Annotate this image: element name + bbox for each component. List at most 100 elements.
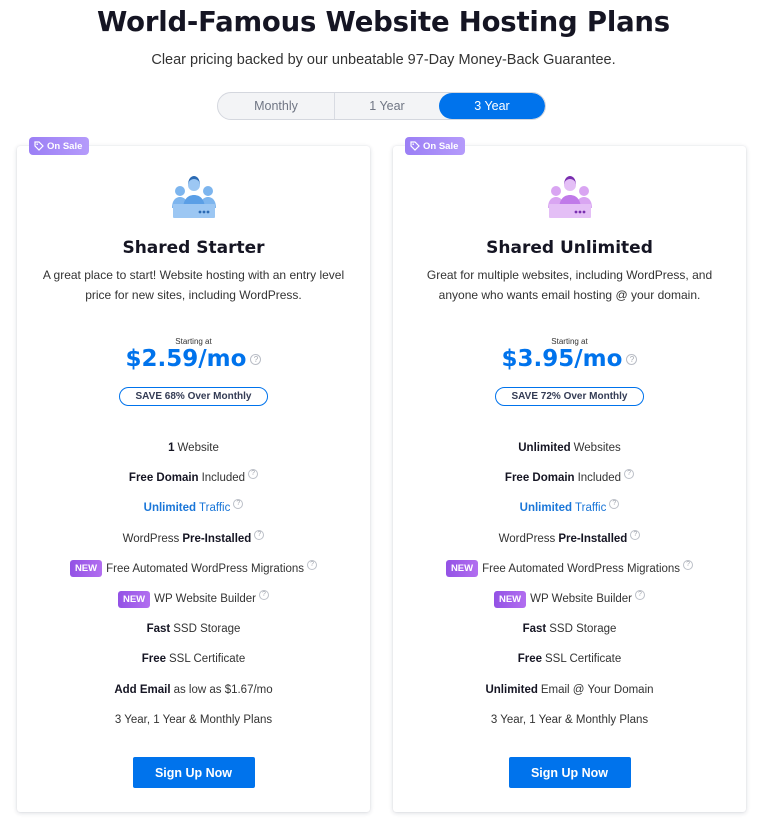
feature-bold: Pre-Installed (182, 532, 252, 545)
help-icon[interactable]: ? (635, 590, 645, 601)
savings-badge: SAVE 72% Over Monthly (494, 387, 645, 406)
feature-website-builder: NEW WP Website Builder? (17, 584, 370, 614)
billing-option-3-year[interactable]: 3 Year (439, 93, 545, 119)
billing-period-toggle: Monthly 1 Year 3 Year (217, 92, 546, 120)
help-icon[interactable]: ? (259, 590, 269, 601)
feature-wordpress: WordPress Pre-Installed? (17, 524, 370, 554)
feature-traffic: Unlimited Traffic? (393, 493, 746, 523)
feature-text: WordPress (122, 532, 180, 545)
feature-text: Email @ Your Domain (540, 683, 654, 696)
feature-website-builder: NEW WP Website Builder? (393, 584, 746, 614)
plan-description: A great place to start! Website hosting … (42, 268, 345, 302)
on-sale-label: On Sale (423, 140, 459, 152)
tag-icon (34, 141, 44, 151)
plan-description: Great for multiple websites, including W… (426, 268, 713, 302)
feature-text: Websites (573, 442, 621, 455)
feature-bold: Unlimited (519, 502, 573, 515)
feature-text: Free Automated WordPress Migrations (482, 562, 681, 575)
feature-bold: Add Email (114, 683, 171, 696)
page-subtitle: Clear pricing backed by our unbeatable 9… (151, 52, 616, 68)
plan-card-shared-starter: On Sale Shared Starter A great place to … (17, 137, 370, 812)
plan-card-shared-unlimited: On Sale Shared Unlimited Great for multi… (393, 137, 746, 812)
help-icon[interactable]: ? (248, 469, 259, 480)
feature-text: 3 Year, 1 Year & Monthly Plans (114, 713, 273, 726)
feature-text: 3 Year, 1 Year & Monthly Plans (490, 713, 649, 726)
feature-list: Unlimited Websites Free Domain Included? U… (393, 433, 746, 735)
feature-storage: Fast SSD Storage (393, 614, 746, 644)
feature-text: SSL Certificate (545, 653, 622, 666)
plan-price: $3.95/mo? (393, 346, 746, 372)
feature-email: Add Email as low as $1.67/mo (17, 675, 370, 705)
feature-free-domain: Free Domain Included? (393, 463, 746, 493)
feature-traffic: Unlimited Traffic? (17, 493, 370, 523)
feature-text: Included (201, 472, 246, 485)
on-sale-label: On Sale (47, 140, 83, 152)
help-icon[interactable]: ? (609, 499, 620, 510)
help-icon[interactable]: ? (233, 499, 244, 510)
feature-email: Unlimited Email @ Your Domain (393, 675, 746, 705)
feature-bold: Free (517, 653, 542, 666)
feature-plan-terms: 3 Year, 1 Year & Monthly Plans (393, 705, 746, 735)
feature-text: SSD Storage (549, 623, 617, 636)
starting-at-label: Starting at (175, 337, 212, 346)
feature-bold: Fast (522, 623, 547, 636)
feature-text: WP Website Builder (154, 593, 256, 606)
feature-ssl: Free SSL Certificate (393, 644, 746, 674)
plan-price: $2.59/mo? (17, 346, 370, 372)
feature-wordpress: WordPress Pre-Installed? (393, 524, 746, 554)
users-group-icon (171, 176, 216, 218)
sign-up-button[interactable]: Sign Up Now (132, 757, 255, 788)
feature-free-domain: Free Domain Included? (17, 463, 370, 493)
feature-plan-terms: 3 Year, 1 Year & Monthly Plans (17, 705, 370, 735)
feature-ssl: Free SSL Certificate (17, 644, 370, 674)
help-icon[interactable]: ? (254, 529, 265, 540)
help-icon[interactable]: ? (630, 529, 641, 540)
on-sale-badge: On Sale (405, 137, 466, 155)
feature-migrations: NEW Free Automated WordPress Migrations? (17, 554, 370, 584)
price-value: $3.95/mo (501, 346, 623, 372)
feature-bold: Free Domain (504, 472, 575, 485)
feature-text: WP Website Builder (530, 593, 632, 606)
feature-bold: Unlimited (485, 683, 538, 696)
new-badge: NEW (117, 590, 151, 608)
tag-icon (410, 141, 420, 151)
feature-text: Traffic (575, 502, 607, 515)
feature-text: as low as $1.67/mo (173, 683, 273, 696)
feature-bold: Free Domain (128, 472, 199, 485)
savings-badge: SAVE 68% Over Monthly (118, 387, 269, 406)
feature-websites: 1 Website (17, 433, 370, 463)
feature-text: SSD Storage (173, 623, 241, 636)
page-title: World-Famous Website Hosting Plans (97, 6, 670, 38)
new-badge: NEW (69, 560, 103, 578)
feature-storage: Fast SSD Storage (17, 614, 370, 644)
feature-bold: Unlimited (518, 442, 571, 455)
on-sale-badge: On Sale (29, 137, 90, 155)
billing-option-monthly[interactable]: Monthly (218, 93, 335, 119)
help-icon[interactable]: ? (683, 559, 694, 570)
new-badge: NEW (445, 560, 479, 578)
feature-bold: Fast (146, 623, 171, 636)
users-group-icon (547, 176, 592, 218)
help-icon[interactable]: ? (626, 354, 638, 365)
plan-name: Shared Unlimited (486, 238, 653, 258)
sign-up-button[interactable]: Sign Up Now (508, 757, 631, 788)
feature-bold: Free (141, 653, 166, 666)
price-value: $2.59/mo (125, 346, 247, 372)
feature-bold: Unlimited (143, 502, 197, 515)
feature-migrations: NEW Free Automated WordPress Migrations? (393, 554, 746, 584)
new-badge: NEW (493, 590, 527, 608)
feature-text: Free Automated WordPress Migrations (106, 562, 305, 575)
feature-list: 1 Website Free Domain Included? Unlimited T… (17, 433, 370, 735)
feature-text: SSL Certificate (169, 653, 246, 666)
feature-text: Included (577, 472, 622, 485)
billing-option-1-year[interactable]: 1 Year (335, 93, 439, 119)
help-icon[interactable]: ? (250, 354, 262, 365)
help-icon[interactable]: ? (307, 559, 318, 570)
feature-bold: Pre-Installed (558, 532, 628, 545)
feature-text: Traffic (199, 502, 231, 515)
feature-websites: Unlimited Websites (393, 433, 746, 463)
plan-name: Shared Starter (122, 238, 265, 258)
help-icon[interactable]: ? (624, 469, 635, 480)
starting-at-label: Starting at (551, 337, 588, 346)
feature-text: Website (177, 442, 219, 455)
